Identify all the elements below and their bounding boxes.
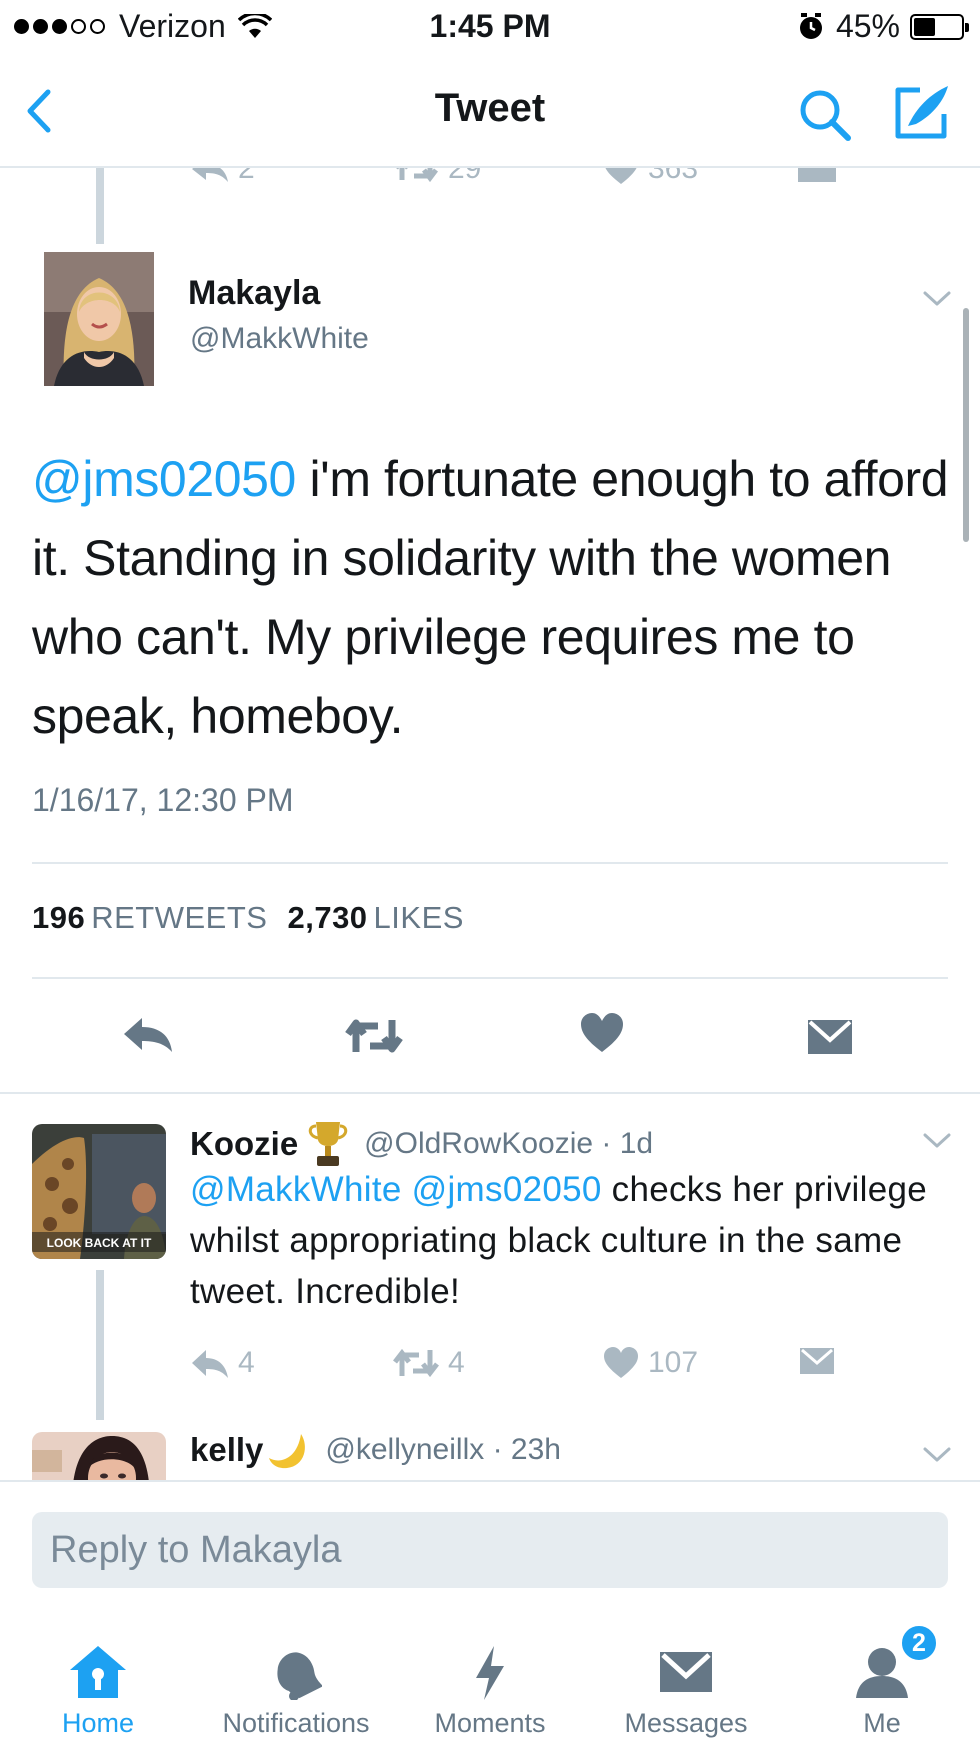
reply-header: Koozie @OldRowKoozie · 1d — [190, 1118, 653, 1170]
heart-icon — [604, 1347, 638, 1378]
reply-input[interactable] — [32, 1512, 948, 1588]
retweet-icon — [393, 1348, 439, 1378]
prev-like-button[interactable]: 363 — [602, 168, 698, 186]
bell-icon — [277, 1652, 322, 1700]
retweet-stat[interactable]: 196 RETWEETS — [32, 900, 267, 935]
envelope-icon — [798, 168, 836, 182]
status-bar: Verizon 1:45 PM 45% — [0, 0, 980, 56]
reply-icon — [192, 1350, 228, 1378]
retweet-icon — [396, 168, 438, 183]
trophy-icon — [308, 1122, 348, 1166]
reply-message-button[interactable] — [798, 1346, 844, 1376]
divider — [32, 862, 948, 864]
envelope-icon — [800, 1348, 834, 1374]
chevron-down-icon[interactable] — [922, 290, 952, 308]
tab-moments[interactable]: Moments — [392, 1608, 588, 1743]
battery-percent: 45% — [835, 8, 900, 44]
mention-link[interactable]: @jms02050 — [32, 451, 296, 507]
battery-icon — [910, 13, 969, 40]
heart-icon — [605, 168, 637, 184]
reply-author-avatar[interactable]: LOOK BACK AT IT — [32, 1124, 166, 1259]
next-reply-header: kelly @kellyneillx · 23h — [190, 1428, 561, 1472]
reply-reply-button[interactable]: 4 — [190, 1346, 255, 1380]
like-stat[interactable]: 2,730 LIKES — [287, 900, 463, 935]
scrollbar[interactable] — [963, 308, 969, 542]
tweet-stats: 196 RETWEETS 2,730 LIKES — [32, 900, 464, 936]
section-divider — [0, 1092, 980, 1094]
envelope-icon — [660, 1652, 712, 1692]
next-reply-avatar[interactable] — [32, 1432, 166, 1480]
mention-link[interactable]: @jms02050 — [412, 1170, 602, 1209]
tab-messages[interactable]: Messages — [588, 1608, 784, 1743]
reply-icon — [192, 168, 228, 182]
prev-reply-button[interactable]: 2 — [190, 168, 255, 186]
mention-link[interactable]: @MakkWhite — [190, 1170, 402, 1209]
tab-notifications[interactable]: Notifications — [168, 1608, 424, 1743]
reply-text: @MakkWhite @jms02050 checks her privileg… — [190, 1164, 930, 1317]
author-name[interactable]: Makayla — [188, 274, 320, 313]
next-reply-author-name[interactable]: kelly — [190, 1431, 263, 1469]
next-reply-handle-time[interactable]: @kellyneillx · 23h — [325, 1433, 561, 1467]
chevron-down-icon[interactable] — [922, 1446, 952, 1464]
avatar-caption: LOOK BACK AT IT — [47, 1236, 152, 1250]
retweet-icon[interactable] — [344, 1016, 404, 1056]
chevron-down-icon[interactable] — [922, 1132, 952, 1150]
tab-bar: Home Notifications Moments Messages 2 Me — [0, 1608, 980, 1743]
tweet-timestamp: 1/16/17, 12:30 PM — [32, 782, 294, 818]
reply-like-button[interactable]: 107 — [602, 1346, 698, 1380]
nav-bar: Tweet — [0, 56, 980, 168]
prev-message-button[interactable] — [798, 168, 844, 182]
search-icon[interactable] — [796, 86, 854, 144]
prev-retweet-button[interactable]: 29 — [392, 168, 481, 186]
reply-handle-time[interactable]: @OldRowKoozie · 1d — [364, 1127, 653, 1161]
tab-home[interactable]: Home — [0, 1608, 196, 1743]
lightning-icon — [476, 1646, 504, 1700]
divider — [32, 977, 948, 979]
author-avatar[interactable] — [44, 252, 154, 386]
crescent-moon-icon — [269, 1434, 306, 1469]
compose-tweet-icon[interactable] — [890, 80, 954, 144]
home-icon — [70, 1646, 126, 1698]
author-handle[interactable]: @MakkWhite — [190, 322, 369, 356]
heart-icon[interactable] — [580, 1012, 624, 1054]
previous-tweet-actions: 2 29 363 — [0, 168, 980, 192]
reply-author-name[interactable]: Koozie — [190, 1125, 298, 1163]
tab-me[interactable]: 2 Me — [784, 1608, 980, 1743]
tweet-text: @jms02050 i'm fortunate enough to afford… — [32, 440, 952, 756]
thread-line-bottom — [96, 1270, 104, 1420]
notification-badge: 2 — [900, 1624, 938, 1662]
next-reply: kelly @kellyneillx · 23h — [0, 1420, 980, 1480]
envelope-icon[interactable] — [806, 1018, 854, 1056]
reply-retweet-button[interactable]: 4 — [392, 1346, 465, 1380]
reply-actions: 4 4 107 — [0, 1346, 980, 1390]
alarm-icon — [799, 12, 822, 39]
reply-icon[interactable] — [122, 1014, 174, 1054]
reply-composer — [0, 1480, 980, 1608]
